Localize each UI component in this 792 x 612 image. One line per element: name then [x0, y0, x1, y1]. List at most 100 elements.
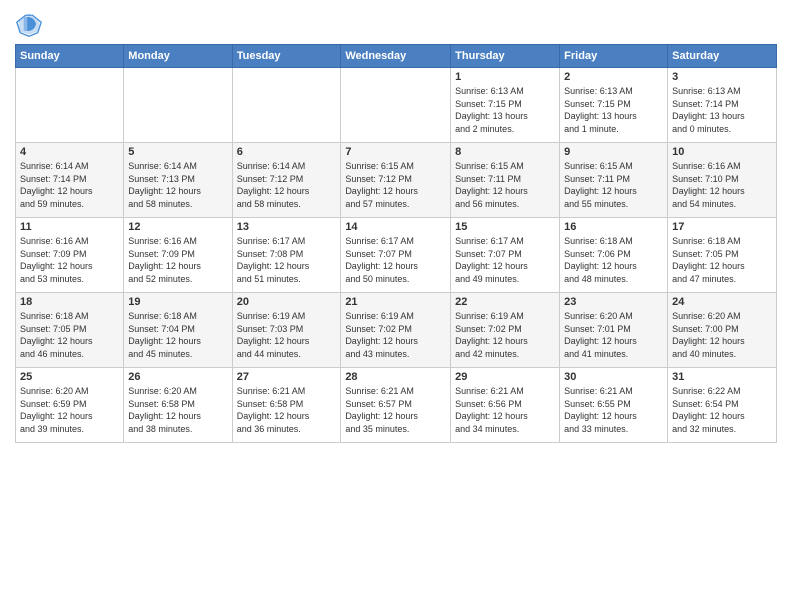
cell-content [237, 71, 337, 139]
day-number: 15 [455, 221, 555, 233]
cell-info: Sunrise: 6:20 AM Sunset: 7:00 PM Dayligh… [672, 310, 772, 360]
cell-info: Sunrise: 6:13 AM Sunset: 7:15 PM Dayligh… [455, 85, 555, 135]
cell-content [128, 71, 227, 139]
calendar-cell: 7 Sunrise: 6:15 AM Sunset: 7:12 PM Daylig… [341, 143, 451, 218]
calendar-cell: 30Sunrise: 6:21 AM Sunset: 6:55 PM Dayli… [560, 368, 668, 443]
day-number: 7 [345, 146, 446, 158]
day-number: 30 [564, 371, 663, 383]
day-number: 31 [672, 371, 772, 383]
day-number: 20 [237, 296, 337, 308]
cell-info: Sunrise: 6:16 AM Sunset: 7:10 PM Dayligh… [672, 160, 772, 210]
calendar-cell: 25Sunrise: 6:20 AM Sunset: 6:59 PM Dayli… [16, 368, 124, 443]
cell-content: 24 Sunrise: 6:20 AM Sunset: 7:00 PM Dayli… [672, 296, 772, 364]
cell-info: Sunrise: 6:15 AM Sunset: 7:12 PM Dayligh… [345, 160, 446, 210]
day-number: 18 [20, 296, 119, 308]
cell-content: 1 Sunrise: 6:13 AM Sunset: 7:15 PM Daylig… [455, 71, 555, 139]
day-number: 1 [455, 71, 555, 83]
day-number: 25 [20, 371, 119, 383]
page: SundayMondayTuesdayWednesdayThursdayFrid… [0, 0, 792, 453]
calendar-cell: 27Sunrise: 6:21 AM Sunset: 6:58 PM Dayli… [232, 368, 341, 443]
cell-info: Sunrise: 6:15 AM Sunset: 7:11 PM Dayligh… [564, 160, 663, 210]
cell-content [345, 71, 446, 139]
calendar-cell: 6Sunrise: 6:14 AM Sunset: 7:12 PM Daylig… [232, 143, 341, 218]
calendar-cell: 1 Sunrise: 6:13 AM Sunset: 7:15 PM Daylig… [451, 68, 560, 143]
calendar-cell: 29Sunrise: 6:21 AM Sunset: 6:56 PM Dayli… [451, 368, 560, 443]
cell-content: 26Sunrise: 6:20 AM Sunset: 6:58 PM Dayli… [128, 371, 227, 439]
cell-info: Sunrise: 6:19 AM Sunset: 7:02 PM Dayligh… [345, 310, 446, 360]
calendar-cell: 2 Sunrise: 6:13 AM Sunset: 7:15 PM Daylig… [560, 68, 668, 143]
cell-content: 27Sunrise: 6:21 AM Sunset: 6:58 PM Dayli… [237, 371, 337, 439]
calendar-row: 18Sunrise: 6:18 AM Sunset: 7:05 PM Dayli… [16, 293, 777, 368]
day-number: 2 [564, 71, 663, 83]
cell-info: Sunrise: 6:18 AM Sunset: 7:04 PM Dayligh… [128, 310, 227, 360]
calendar-cell: 31Sunrise: 6:22 AM Sunset: 6:54 PM Dayli… [668, 368, 777, 443]
cell-info: Sunrise: 6:17 AM Sunset: 7:08 PM Dayligh… [237, 235, 337, 285]
cell-content: 12 Sunrise: 6:16 AM Sunset: 7:09 PM Dayli… [128, 221, 227, 289]
cell-content: 20 Sunrise: 6:19 AM Sunset: 7:03 PM Dayli… [237, 296, 337, 364]
calendar-cell: 4 Sunrise: 6:14 AM Sunset: 7:14 PM Daylig… [16, 143, 124, 218]
calendar-cell: 28 Sunrise: 6:21 AM Sunset: 6:57 PM Dayli… [341, 368, 451, 443]
logo [15, 10, 47, 38]
cell-info: Sunrise: 6:16 AM Sunset: 7:09 PM Dayligh… [128, 235, 227, 285]
day-number: 22 [455, 296, 555, 308]
header [15, 10, 777, 38]
day-number: 19 [128, 296, 227, 308]
cell-content: 7 Sunrise: 6:15 AM Sunset: 7:12 PM Daylig… [345, 146, 446, 214]
cell-content: 4 Sunrise: 6:14 AM Sunset: 7:14 PM Daylig… [20, 146, 119, 214]
header-cell-monday: Monday [124, 45, 232, 68]
cell-content: 8Sunrise: 6:15 AM Sunset: 7:11 PM Daylig… [455, 146, 555, 214]
calendar-cell: 8Sunrise: 6:15 AM Sunset: 7:11 PM Daylig… [451, 143, 560, 218]
calendar-cell: 12 Sunrise: 6:16 AM Sunset: 7:09 PM Dayli… [124, 218, 232, 293]
calendar-row: 11 Sunrise: 6:16 AM Sunset: 7:09 PM Dayli… [16, 218, 777, 293]
header-cell-tuesday: Tuesday [232, 45, 341, 68]
calendar-row: 4 Sunrise: 6:14 AM Sunset: 7:14 PM Daylig… [16, 143, 777, 218]
cell-content: 3 Sunrise: 6:13 AM Sunset: 7:14 PM Daylig… [672, 71, 772, 139]
calendar-row: 1 Sunrise: 6:13 AM Sunset: 7:15 PM Daylig… [16, 68, 777, 143]
day-number: 13 [237, 221, 337, 233]
cell-info: Sunrise: 6:14 AM Sunset: 7:12 PM Dayligh… [237, 160, 337, 210]
day-number: 24 [672, 296, 772, 308]
day-number: 4 [20, 146, 119, 158]
calendar-cell [124, 68, 232, 143]
cell-info: Sunrise: 6:14 AM Sunset: 7:13 PM Dayligh… [128, 160, 227, 210]
calendar-cell: 24 Sunrise: 6:20 AM Sunset: 7:00 PM Dayli… [668, 293, 777, 368]
calendar-cell [16, 68, 124, 143]
calendar-cell [341, 68, 451, 143]
calendar-cell: 15 Sunrise: 6:17 AM Sunset: 7:07 PM Dayli… [451, 218, 560, 293]
day-number: 21 [345, 296, 446, 308]
day-number: 10 [672, 146, 772, 158]
cell-info: Sunrise: 6:19 AM Sunset: 7:03 PM Dayligh… [237, 310, 337, 360]
calendar-cell: 16 Sunrise: 6:18 AM Sunset: 7:06 PM Dayli… [560, 218, 668, 293]
calendar-cell: 11Sunrise: 6:16 AM Sunset: 7:09 PM Dayli… [16, 218, 124, 293]
cell-info: Sunrise: 6:14 AM Sunset: 7:14 PM Dayligh… [20, 160, 119, 210]
cell-info: Sunrise: 6:13 AM Sunset: 7:14 PM Dayligh… [672, 85, 772, 135]
calendar-cell: 20 Sunrise: 6:19 AM Sunset: 7:03 PM Dayli… [232, 293, 341, 368]
cell-content: 21 Sunrise: 6:19 AM Sunset: 7:02 PM Dayli… [345, 296, 446, 364]
day-number: 11 [20, 221, 119, 233]
cell-content: 9Sunrise: 6:15 AM Sunset: 7:11 PM Daylig… [564, 146, 663, 214]
header-row: SundayMondayTuesdayWednesdayThursdayFrid… [16, 45, 777, 68]
day-number: 16 [564, 221, 663, 233]
calendar-table: SundayMondayTuesdayWednesdayThursdayFrid… [15, 44, 777, 443]
calendar-row: 25Sunrise: 6:20 AM Sunset: 6:59 PM Dayli… [16, 368, 777, 443]
calendar-cell [232, 68, 341, 143]
cell-content: 30Sunrise: 6:21 AM Sunset: 6:55 PM Dayli… [564, 371, 663, 439]
day-number: 12 [128, 221, 227, 233]
cell-content: 5Sunrise: 6:14 AM Sunset: 7:13 PM Daylig… [128, 146, 227, 214]
cell-info: Sunrise: 6:19 AM Sunset: 7:02 PM Dayligh… [455, 310, 555, 360]
cell-content: 13 Sunrise: 6:17 AM Sunset: 7:08 PM Dayli… [237, 221, 337, 289]
cell-info: Sunrise: 6:18 AM Sunset: 7:06 PM Dayligh… [564, 235, 663, 285]
cell-info: Sunrise: 6:13 AM Sunset: 7:15 PM Dayligh… [564, 85, 663, 135]
cell-info: Sunrise: 6:20 AM Sunset: 6:58 PM Dayligh… [128, 385, 227, 435]
calendar-cell: 22 Sunrise: 6:19 AM Sunset: 7:02 PM Dayli… [451, 293, 560, 368]
cell-info: Sunrise: 6:21 AM Sunset: 6:58 PM Dayligh… [237, 385, 337, 435]
header-cell-sunday: Sunday [16, 45, 124, 68]
calendar-cell: 3 Sunrise: 6:13 AM Sunset: 7:14 PM Daylig… [668, 68, 777, 143]
day-number: 3 [672, 71, 772, 83]
cell-info: Sunrise: 6:21 AM Sunset: 6:57 PM Dayligh… [345, 385, 446, 435]
cell-info: Sunrise: 6:21 AM Sunset: 6:56 PM Dayligh… [455, 385, 555, 435]
header-cell-thursday: Thursday [451, 45, 560, 68]
day-number: 28 [345, 371, 446, 383]
calendar-cell: 14Sunrise: 6:17 AM Sunset: 7:07 PM Dayli… [341, 218, 451, 293]
cell-info: Sunrise: 6:17 AM Sunset: 7:07 PM Dayligh… [455, 235, 555, 285]
